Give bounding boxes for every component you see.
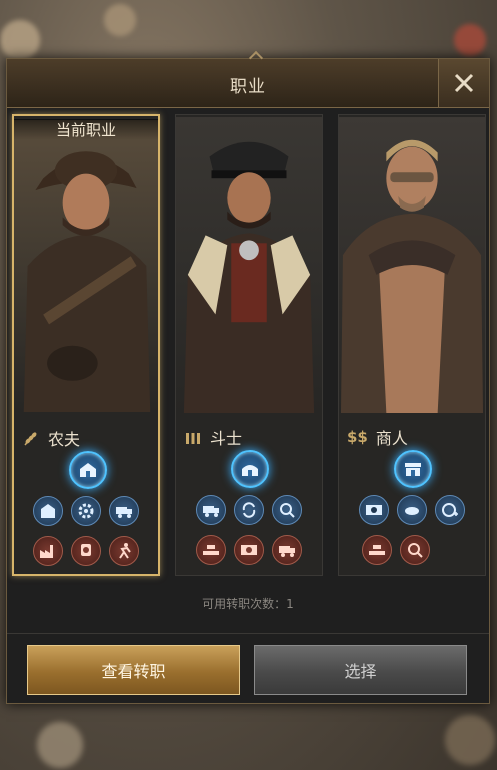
job-name-label: 斗士 — [210, 429, 243, 448]
job-name-label: 商人 — [375, 429, 408, 448]
skill-row-1 — [14, 496, 158, 526]
job-cards: 当前职业 农夫 斗士 $$ 商人 — [12, 114, 486, 580]
barracks-icon[interactable] — [231, 450, 269, 488]
job-name-merchant: $$ 商人 — [347, 425, 408, 449]
job-name-label: 农夫 — [48, 430, 81, 449]
fighter-portrait — [176, 117, 322, 413]
truck-icon[interactable] — [272, 535, 302, 565]
job-card-farmer[interactable]: 当前职业 农夫 — [12, 114, 160, 576]
coin-plus-icon[interactable] — [435, 495, 465, 525]
runner-icon[interactable] — [109, 536, 139, 566]
current-job-label: 当前职业 — [14, 119, 158, 140]
close-icon — [454, 73, 474, 93]
shop-icon[interactable] — [394, 450, 432, 488]
transfer-count-text: 可用转职次数：1 — [202, 597, 294, 611]
job-name-farmer: 农夫 — [22, 426, 80, 450]
skill-row-2 — [339, 535, 485, 565]
skill-row-1 — [339, 495, 485, 525]
gold-bars-icon[interactable] — [196, 535, 226, 565]
search-icon[interactable] — [272, 495, 302, 525]
gear-icon[interactable] — [71, 496, 101, 526]
merchant-portrait — [339, 117, 485, 413]
view-transfer-button[interactable]: 查看转职 — [27, 645, 240, 695]
farmer-portrait — [14, 120, 158, 412]
job-card-fighter[interactable]: 斗士 — [175, 114, 323, 576]
medal-icon[interactable] — [71, 536, 101, 566]
truck-icon[interactable] — [109, 496, 139, 526]
dialog-title: 职业 — [230, 77, 266, 97]
skill-row-2 — [176, 535, 322, 565]
convoy-icon[interactable] — [196, 495, 226, 525]
wheat-icon — [24, 432, 37, 446]
select-button[interactable]: 选择 — [254, 645, 467, 695]
factory-icon[interactable] — [33, 536, 63, 566]
title-bar: 职业 — [7, 50, 489, 108]
gold-bars-icon[interactable] — [362, 535, 392, 565]
cash-icon[interactable] — [359, 495, 389, 525]
job-card-merchant[interactable]: $$ 商人 — [338, 114, 486, 576]
cash-icon[interactable] — [234, 535, 264, 565]
divider — [7, 633, 489, 634]
bullets-icon — [186, 433, 200, 444]
close-button[interactable] — [438, 59, 489, 107]
storehouse-icon[interactable] — [33, 496, 63, 526]
search-icon[interactable] — [400, 535, 430, 565]
profession-dialog: 职业 当前职业 农夫 斗士 $$ 商人 可用转职次数：1 查看转职 选择 — [6, 50, 490, 704]
skill-row-1 — [176, 495, 322, 525]
dollar-icon: $$ — [347, 428, 368, 446]
job-name-fighter: 斗士 — [184, 425, 242, 449]
bread-icon[interactable] — [397, 495, 427, 525]
swap-icon[interactable] — [234, 495, 264, 525]
farm-icon[interactable] — [69, 451, 107, 489]
skill-row-2 — [14, 536, 158, 566]
